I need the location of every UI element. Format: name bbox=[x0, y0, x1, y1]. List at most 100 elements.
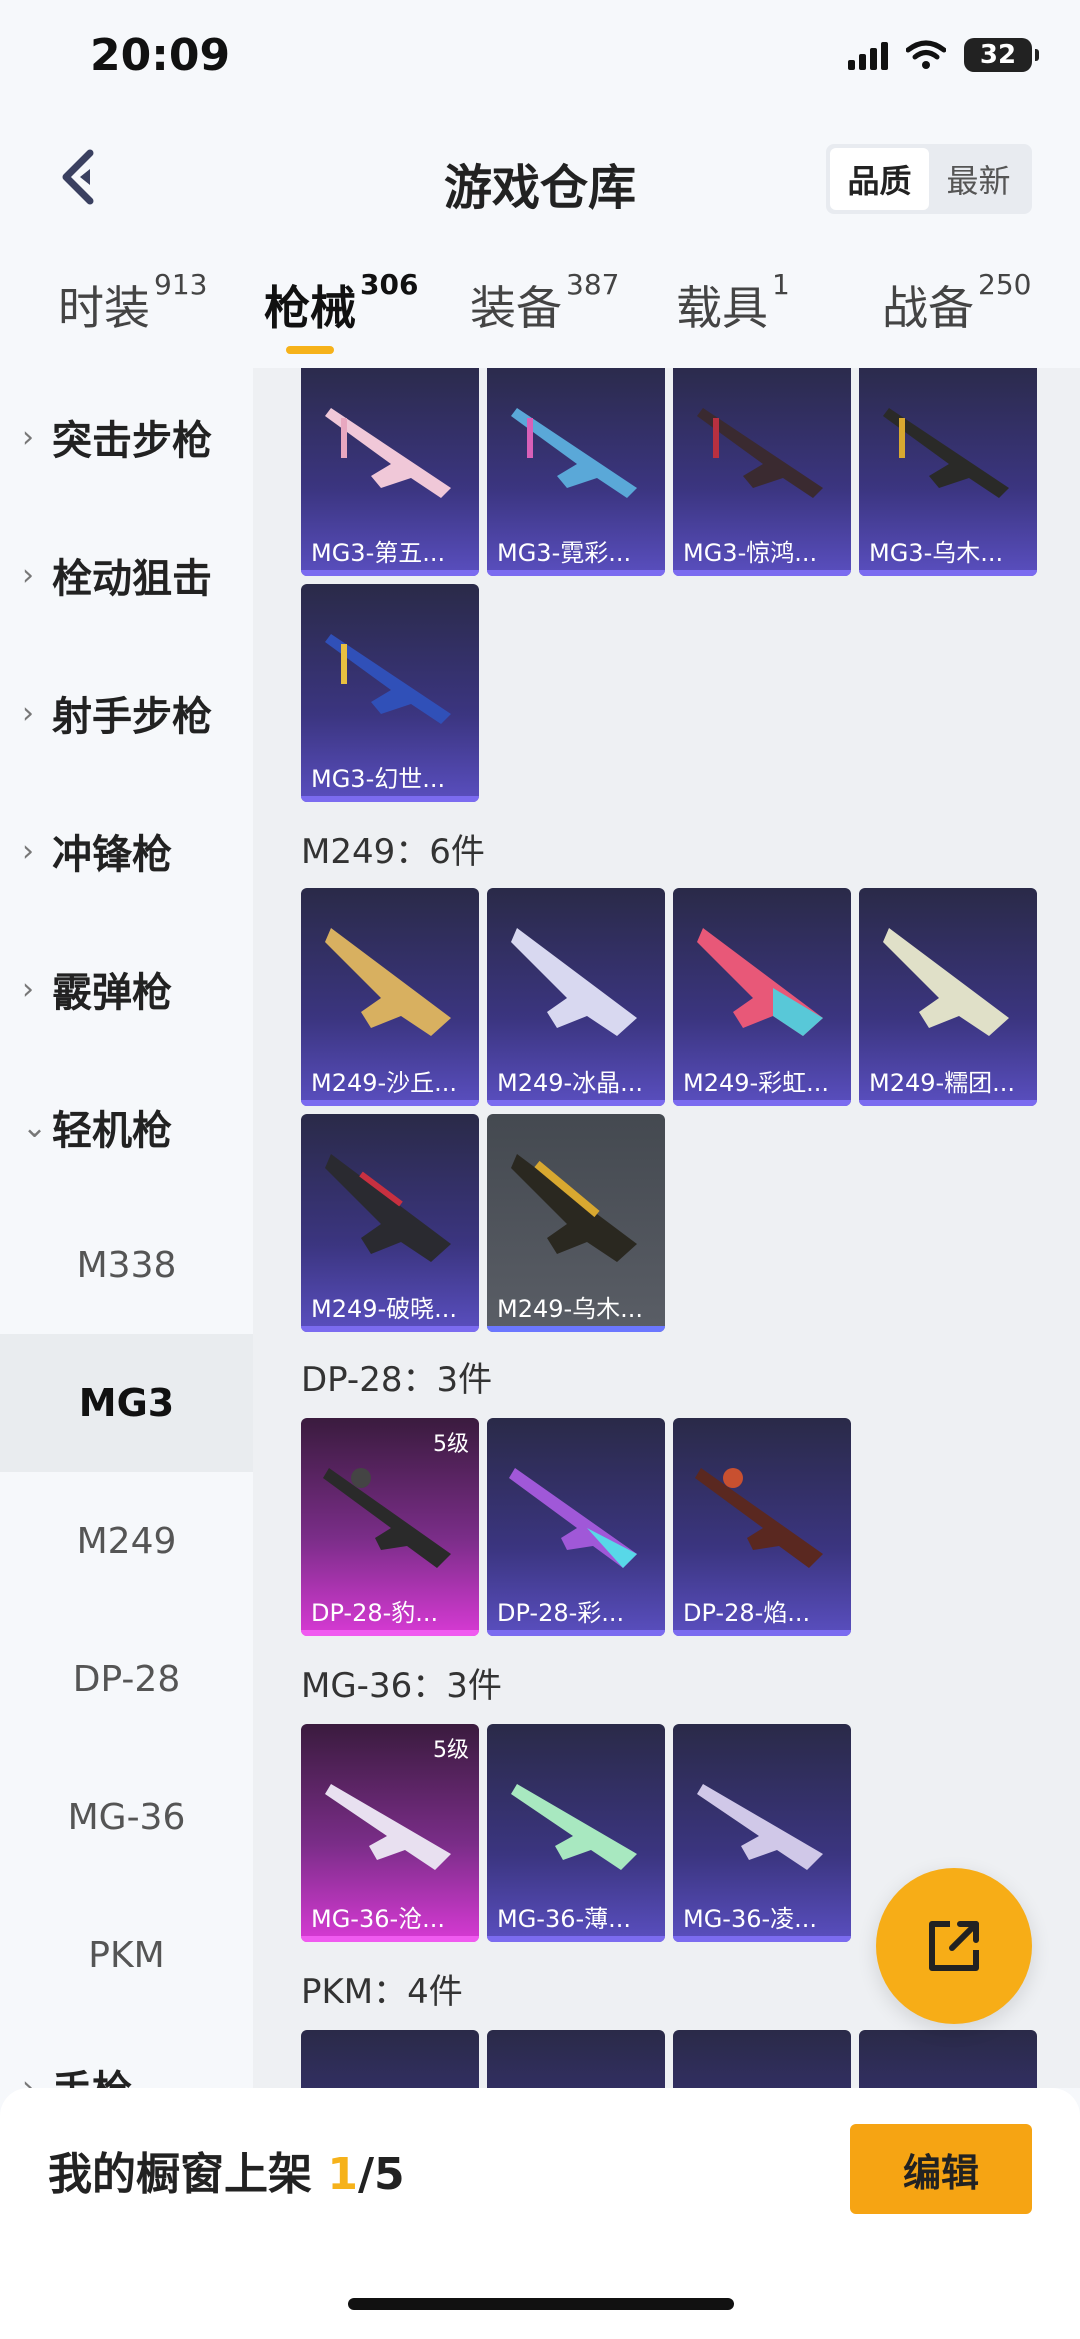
sidebar-item-bolt-sniper[interactable]: › 栓动狙击 bbox=[0, 506, 253, 644]
sidebar-sub-m249[interactable]: M249 bbox=[0, 1472, 253, 1610]
sort-latest-option[interactable]: 最新 bbox=[929, 148, 1028, 210]
skin-name: MG3-霓彩... bbox=[497, 539, 632, 567]
status-bar: 20:09 32 bbox=[0, 0, 1080, 120]
showcase-bar: 我的橱窗上架 1/5 编辑 bbox=[0, 2088, 1080, 2339]
tab-label: 时装 bbox=[58, 281, 150, 335]
tab-label: 载具 bbox=[676, 281, 768, 335]
tab-count: 1 bbox=[772, 268, 790, 301]
showcase-total: /5 bbox=[357, 2149, 405, 2200]
skin-name: M249-彩虹... bbox=[683, 1069, 830, 1097]
skin-name: M249-糯团... bbox=[869, 1069, 1016, 1097]
skin-card[interactable]: 5级 MG-36-沧... bbox=[301, 1724, 479, 1942]
skin-name: M249-冰晶... bbox=[497, 1069, 644, 1097]
skin-card[interactable]: MG3-幻世... bbox=[301, 584, 479, 802]
sidebar-sub-dp28[interactable]: DP-28 bbox=[0, 1610, 253, 1748]
skin-name: MG-36-凌... bbox=[683, 1905, 818, 1933]
tab-vehicles[interactable]: 载具 1 bbox=[676, 268, 790, 338]
sidebar-item-assault-rifle[interactable]: › 突击步枪 bbox=[0, 368, 253, 506]
mg3-skin-icon bbox=[325, 634, 451, 724]
skin-name: DP-28-彩... bbox=[497, 1599, 625, 1627]
edit-button[interactable]: 编辑 bbox=[850, 2124, 1032, 2214]
skin-name: M249-沙丘... bbox=[311, 1069, 458, 1097]
chevron-right-icon: › bbox=[22, 557, 34, 593]
skin-card[interactable]: M249-冰晶... bbox=[487, 888, 665, 1106]
group-title-pkm: PKM：4件 bbox=[301, 1972, 463, 2012]
skin-name: MG3-幻世... bbox=[311, 765, 446, 793]
tab-count: 306 bbox=[360, 268, 419, 301]
skin-card[interactable]: MG3-惊鸿... bbox=[673, 368, 851, 576]
sidebar-item-label: 轻机枪 bbox=[52, 1108, 172, 1154]
skin-card[interactable]: MG3-第五... bbox=[301, 368, 479, 576]
sidebar-sub-mg3[interactable]: MG3 bbox=[0, 1334, 253, 1472]
mg36-skin-icon bbox=[511, 1784, 637, 1870]
skin-card[interactable]: DP-28-焰... bbox=[673, 1418, 851, 1636]
tab-equipment[interactable]: 装备 387 bbox=[470, 268, 619, 338]
m249-skin-icon bbox=[511, 1154, 637, 1262]
m249-skin-icon bbox=[511, 928, 637, 1036]
card-stripe bbox=[301, 1326, 479, 1332]
tab-supplies[interactable]: 战备 250 bbox=[882, 268, 1031, 338]
sidebar-sub-pkm[interactable]: PKM bbox=[0, 1886, 253, 2024]
card-stripe bbox=[673, 570, 851, 576]
m249-skin-icon bbox=[697, 928, 823, 1036]
m249-skin-icon bbox=[883, 928, 1009, 1036]
tab-count: 913 bbox=[154, 268, 208, 301]
skin-card[interactable]: MG-36-薄... bbox=[487, 1724, 665, 1942]
skin-card[interactable]: MG-36-凌... bbox=[673, 1724, 851, 1942]
sort-quality-option[interactable]: 品质 bbox=[830, 148, 929, 210]
mg36-skin-icon bbox=[325, 1784, 451, 1870]
sidebar-item-lmg[interactable]: ⌄ 轻机枪 bbox=[0, 1058, 253, 1196]
card-stripe bbox=[487, 1630, 665, 1636]
sidebar-item-pistol[interactable]: › 手枪 bbox=[0, 2018, 253, 2088]
sidebar-sub-m338[interactable]: M338 bbox=[0, 1196, 253, 1334]
skin-card[interactable] bbox=[859, 2030, 1037, 2088]
sidebar-item-marksman-rifle[interactable]: › 射手步枪 bbox=[0, 644, 253, 782]
skin-name: MG3-乌木... bbox=[869, 539, 1004, 567]
m249-skin-icon bbox=[325, 928, 451, 1036]
skin-name: M249-破晓... bbox=[311, 1295, 458, 1323]
skin-card[interactable]: 5级 DP-28-豹... bbox=[301, 1418, 479, 1636]
chevron-right-icon: › bbox=[22, 695, 34, 731]
skin-card[interactable]: MG3-乌木... bbox=[859, 368, 1037, 576]
skin-name: DP-28-豹... bbox=[311, 1599, 439, 1627]
mg3-skin-icon bbox=[511, 408, 637, 498]
status-time: 20:09 bbox=[90, 30, 231, 81]
skin-card[interactable] bbox=[301, 2030, 479, 2088]
card-stripe bbox=[301, 570, 479, 576]
skin-card[interactable]: M249-彩虹... bbox=[673, 888, 851, 1106]
weapon-skin-grid: MG3-第五... MG3-霓彩... MG3-惊鸿... MG3-乌木... … bbox=[253, 368, 1080, 2088]
skin-card[interactable]: M249-沙丘... bbox=[301, 888, 479, 1106]
skin-card[interactable]: M249-破晓... bbox=[301, 1114, 479, 1332]
skin-card[interactable]: M249-乌木... bbox=[487, 1114, 665, 1332]
tab-fashion[interactable]: 时装 913 bbox=[58, 268, 207, 338]
wifi-icon bbox=[906, 40, 946, 69]
skin-card[interactable]: DP-28-彩... bbox=[487, 1418, 665, 1636]
sidebar-sub-mg36[interactable]: MG-36 bbox=[0, 1748, 253, 1886]
card-stripe bbox=[487, 1100, 665, 1106]
tab-label: 装备 bbox=[470, 281, 562, 335]
skin-card[interactable]: MG3-霓彩... bbox=[487, 368, 665, 576]
tab-count: 250 bbox=[978, 268, 1032, 301]
skin-name: MG3-惊鸿... bbox=[683, 539, 818, 567]
tab-count: 387 bbox=[566, 268, 620, 301]
mg3-skin-icon bbox=[325, 408, 451, 498]
nav-bar: 游戏仓库 品质 最新 bbox=[0, 120, 1080, 240]
skin-card[interactable] bbox=[487, 2030, 665, 2088]
tab-firearms[interactable]: 枪械 306 bbox=[264, 268, 418, 338]
card-stripe bbox=[301, 1936, 479, 1942]
skin-name: DP-28-焰... bbox=[683, 1599, 811, 1627]
sidebar-item-label: 霰弹枪 bbox=[52, 970, 172, 1016]
sidebar-item-label: 栓动狙击 bbox=[52, 556, 212, 602]
skin-card[interactable]: M249-糯团... bbox=[859, 888, 1037, 1106]
group-title-m249: M249：6件 bbox=[301, 832, 485, 872]
card-stripe bbox=[673, 1100, 851, 1106]
sidebar-item-shotgun[interactable]: › 霰弹枪 bbox=[0, 920, 253, 1058]
share-button[interactable] bbox=[876, 1868, 1032, 2024]
sidebar-item-label: 射手步枪 bbox=[52, 694, 212, 740]
battery-icon: 32 bbox=[964, 38, 1039, 72]
sidebar-item-smg[interactable]: › 冲锋枪 bbox=[0, 782, 253, 920]
skin-card[interactable] bbox=[673, 2030, 851, 2088]
battery-level: 32 bbox=[979, 40, 1017, 70]
chevron-right-icon: › bbox=[22, 2069, 34, 2089]
tab-label: 战备 bbox=[882, 281, 974, 335]
